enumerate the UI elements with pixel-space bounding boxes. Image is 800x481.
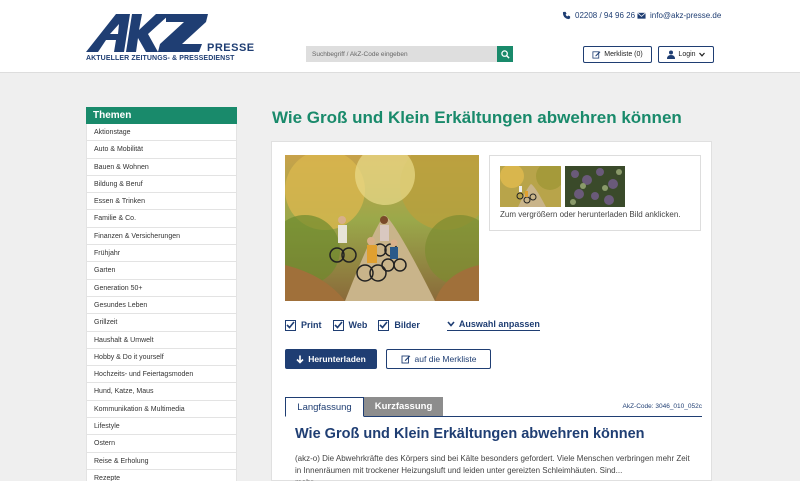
sidebar-item[interactable]: Gesundes Leben: [86, 296, 237, 315]
thumbnail-box: Zum vergrößern oder herunterladen Bild a…: [489, 155, 701, 231]
check-icon: [286, 321, 295, 329]
checkbox-print[interactable]: [285, 319, 296, 331]
format-options: Print Web Bilder Auswahl anpassen: [285, 319, 540, 331]
sidebar-list: Aktionstage Auto & Mobilität Bauen & Wohne…: [86, 124, 237, 481]
edit-icon: [592, 51, 601, 59]
sidebar-item[interactable]: Hochzeits- und Feiertagsmoden: [86, 366, 237, 384]
sidebar-item[interactable]: Frühjahr: [86, 245, 237, 263]
page-title: Wie Groß und Klein Erkältungen abwehren …: [272, 108, 682, 127]
thumbnail-herbs: [565, 166, 625, 207]
tab-langfassung[interactable]: Langfassung: [285, 397, 364, 417]
phone-number: 02208 / 94 96 26: [575, 11, 636, 20]
merkliste-label: Merkliste (0): [604, 51, 643, 58]
option-web-label: Web: [348, 320, 368, 330]
arrow-down-icon: [296, 355, 304, 364]
article-panel: Zum vergrößern oder herunterladen Bild a…: [271, 141, 712, 481]
sidebar-item[interactable]: Rezepte: [86, 469, 237, 481]
option-print[interactable]: Print: [285, 319, 322, 331]
edit-icon: [401, 355, 410, 364]
add-to-merkliste-label: auf die Merkliste: [414, 354, 477, 364]
sidebar-item[interactable]: Ostern: [86, 435, 237, 453]
sidebar-item[interactable]: Kommunikation & Multimedia: [86, 400, 237, 419]
auswahl-anpassen-label: Auswahl anpassen: [458, 319, 540, 329]
search-bar: [306, 46, 513, 62]
thumbnail-image-1[interactable]: [500, 166, 561, 207]
option-bilder-label: Bilder: [394, 320, 420, 330]
family-cycling-photo: [285, 155, 479, 301]
search-input[interactable]: [306, 46, 497, 62]
akz-code: AkZ-Code: 3046_010_052c: [622, 403, 702, 410]
sidebar-item[interactable]: Bildung & Beruf: [86, 175, 237, 194]
thumbnail-caption: Zum vergrößern oder herunterladen Bild a…: [500, 210, 681, 219]
sidebar-item[interactable]: Hund, Katze, Maus: [86, 383, 237, 401]
add-to-merkliste-button[interactable]: auf die Merkliste: [386, 349, 491, 369]
sidebar-item[interactable]: Grillzeit: [86, 314, 237, 332]
thumbnail-cycling: [500, 166, 561, 207]
checkbox-web[interactable]: [332, 319, 344, 331]
sidebar-item[interactable]: Haushalt & Umwelt: [86, 331, 237, 349]
sidebar-title: Themen: [86, 107, 237, 124]
user-icon: [667, 50, 676, 59]
main-image[interactable]: [285, 155, 479, 301]
chevron-down-icon: [447, 321, 455, 327]
phone-contact[interactable]: 02208 / 94 96 26: [562, 11, 635, 20]
logo-presse-text: PRESSE: [207, 42, 255, 54]
sidebar-item[interactable]: Essen & Trinken: [86, 193, 237, 211]
login-label: Login: [678, 51, 696, 58]
chevron-down-icon: [698, 52, 705, 57]
article-text: (akz-o) Die Abwehrkräfte des Körpers sin…: [295, 454, 690, 475]
sidebar-item[interactable]: Aktionstage: [86, 124, 237, 142]
option-web[interactable]: Web: [332, 319, 368, 331]
email-contact[interactable]: info@akz-presse.de: [637, 11, 721, 20]
checkbox-bilder[interactable]: [378, 319, 390, 331]
thumbnail-image-2[interactable]: [565, 166, 625, 207]
check-icon: [333, 321, 343, 329]
auswahl-anpassen-link[interactable]: Auswahl anpassen: [446, 319, 540, 331]
option-print-label: Print: [301, 320, 322, 330]
sidebar-item[interactable]: Auto & Mobilität: [86, 141, 237, 159]
sidebar-item[interactable]: Bauen & Wohnen: [86, 158, 237, 176]
download-button[interactable]: Herunterladen: [285, 349, 377, 369]
login-button[interactable]: Login: [658, 46, 714, 63]
article-body: (akz-o) Die Abwehrkräfte des Körpers sin…: [295, 453, 695, 481]
phone-icon: [562, 11, 571, 20]
akz-logo-mark: [86, 14, 208, 52]
email-address: info@akz-presse.de: [650, 11, 722, 20]
envelope-icon: [637, 12, 646, 19]
sidebar-item[interactable]: Finanzen & Versicherungen: [86, 227, 237, 246]
search-icon: [500, 49, 510, 59]
sidebar-item[interactable]: Hobby & Do it yourself: [86, 348, 237, 367]
tab-kurzfassung[interactable]: Kurzfassung: [364, 397, 443, 416]
akz-logo[interactable]: PRESSE AKTUELLER ZEITUNGS- & PRESSEDIENS…: [86, 12, 254, 64]
site-header: PRESSE AKTUELLER ZEITUNGS- & PRESSEDIENS…: [0, 0, 800, 73]
sidebar-item[interactable]: Garten: [86, 262, 237, 280]
download-label: Herunterladen: [308, 354, 366, 364]
sidebar-item[interactable]: Lifestyle: [86, 418, 237, 436]
sidebar-item[interactable]: Familie & Co.: [86, 210, 237, 228]
logo-subtitle: AKTUELLER ZEITUNGS- & PRESSEDIENST: [86, 55, 235, 62]
merkliste-button[interactable]: Merkliste (0): [583, 46, 652, 63]
check-icon: [379, 321, 388, 329]
option-bilder[interactable]: Bilder: [378, 319, 420, 331]
themen-sidebar: Themen Aktionstage Auto & Mobilität Bauen …: [86, 107, 237, 481]
sidebar-item[interactable]: Generation 50+: [86, 279, 237, 297]
search-button[interactable]: [497, 46, 513, 62]
article-title: Wie Groß und Klein Erkältungen abwehren …: [295, 426, 645, 442]
article-tabs: Langfassung Kurzfassung AkZ-Code: 3046_0…: [285, 397, 702, 417]
sidebar-item[interactable]: Reise & Erholung: [86, 452, 237, 470]
